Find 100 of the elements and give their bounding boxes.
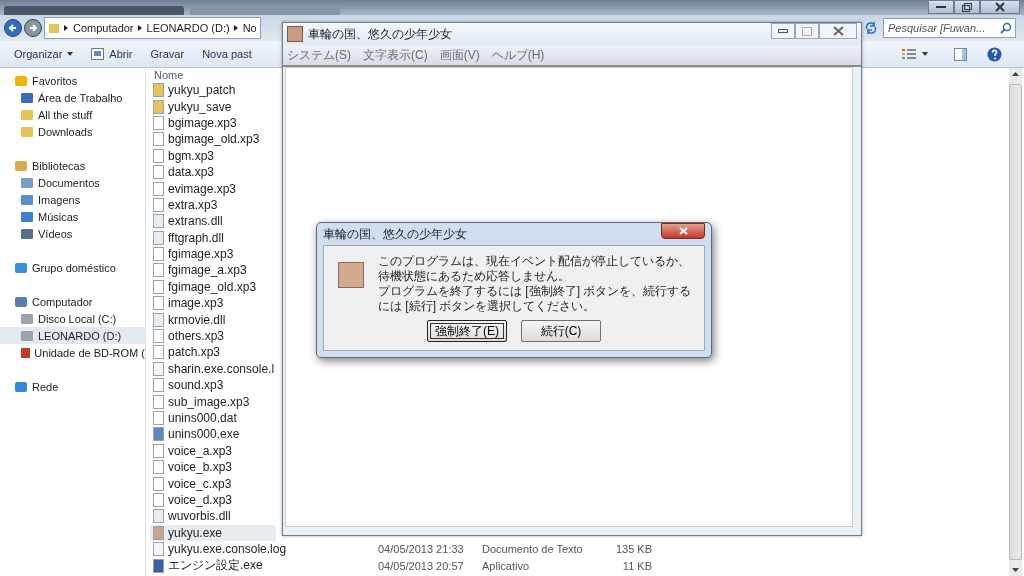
file-row[interactable]: fgimage_old.xp3 [150, 278, 276, 296]
file-row[interactable]: sub_image.xp3 [150, 393, 276, 410]
toolbar-button[interactable]: Organizar [8, 46, 80, 62]
toolbar-button[interactable]: Gravar [144, 46, 191, 62]
folder-icon [152, 99, 165, 114]
file-row[interactable]: unins000.exe [150, 426, 276, 443]
menu-item[interactable]: 画面(V) [439, 46, 480, 64]
file-row[interactable]: voice_c.xp3 [150, 475, 276, 492]
sidebar-item[interactable]: LEONARDO (D:) [0, 327, 145, 344]
file-name: エンジン設定.exe [150, 557, 378, 575]
file-row[interactable]: sharin.exe.console.l [150, 360, 276, 378]
close-button[interactable] [980, 0, 1020, 14]
refresh-icon[interactable] [864, 21, 878, 35]
minimize-icon [936, 5, 946, 9]
sidebar-item[interactable]: Documentos [0, 174, 145, 191]
file-row[interactable]: evimage.xp3 [150, 180, 276, 197]
file-row[interactable]: krmovie.dll [150, 311, 276, 328]
file-icon [152, 329, 165, 344]
down-arrow-icon [1012, 568, 1019, 572]
file-row[interactable]: yukyu.exe.console.log 04/05/2013 21:33 Documento de Texto 135 KB [150, 540, 1009, 558]
caret-icon[interactable] [922, 52, 928, 56]
file-icon [152, 460, 165, 475]
file-icon [152, 247, 165, 262]
file-size: 11 KB [621, 559, 652, 572]
file-date: 04/05/2013 21:33 [378, 543, 465, 556]
dialog-button[interactable]: 強制終了(E) [427, 320, 507, 342]
back-button[interactable] [4, 19, 22, 37]
sidebar-item[interactable]: All the stuff [0, 106, 145, 123]
file-size: 135 KB [614, 543, 652, 556]
file-icon [152, 181, 165, 196]
sidebar-item[interactable]: Disco Local (C:) [0, 310, 145, 327]
file-row[interactable]: extra.xp3 [150, 196, 276, 214]
file-icon [152, 197, 165, 212]
sidebar-group[interactable]: Grupo doméstico [0, 259, 145, 276]
file-row[interactable]: sound.xp3 [150, 377, 276, 394]
file-icon [152, 345, 165, 360]
sidebar-group[interactable]: Favoritos [0, 72, 145, 89]
dialog-message: プログラムを終了するには [強制終了] ボタンを、続行するには [続行] ボタンを選択してください。 [378, 284, 693, 314]
up-arrow-icon [1012, 72, 1019, 76]
sidebar-item[interactable]: Área de Trabalho [0, 89, 145, 106]
file-row[interactable]: wuvorbis.dll [150, 508, 276, 525]
file-row[interactable]: fgimage.xp3 [150, 245, 276, 263]
file-row[interactable]: voice_a.xp3 [150, 442, 276, 459]
file-row[interactable]: voice_b.xp3 [150, 459, 276, 476]
toolbar-button[interactable]: Abrir [85, 46, 139, 62]
file-type: Documento de Texto [482, 543, 584, 556]
file-icon [152, 214, 165, 229]
file-row[interactable]: bgm.xp3 [150, 147, 276, 164]
view-list-icon[interactable] [902, 48, 916, 60]
file-row[interactable]: extrans.dll [150, 213, 276, 230]
menu-item[interactable]: 文字表示(C) [363, 46, 428, 64]
close-button[interactable] [819, 23, 857, 39]
file-row[interactable]: fftgraph.dll [150, 229, 276, 246]
close-icon [678, 227, 688, 235]
file-icon [152, 476, 165, 491]
breadcrumb-item[interactable]: Computador [73, 22, 134, 34]
toolbar-button[interactable]: Nova past [196, 46, 258, 62]
folder-icon [48, 22, 60, 34]
close-button[interactable] [661, 223, 705, 239]
sidebar-item[interactable]: Downloads [0, 123, 145, 140]
sidebar-item[interactable]: Vídeos [0, 225, 145, 242]
file-row[interactable]: unins000.dat [150, 409, 276, 427]
file-row[interactable]: エンジン設定.exe 04/05/2013 20:57 Aplicativo 11 KB [150, 557, 1009, 574]
sidebar-group[interactable]: Bibliotecas [0, 157, 145, 174]
chevron-icon [233, 24, 239, 32]
folder-icon [20, 107, 34, 122]
file-icon [152, 165, 165, 180]
file-row[interactable]: image.xp3 [150, 295, 276, 312]
file-row[interactable]: patch.xp3 [150, 344, 276, 361]
file-row[interactable]: fgimage_a.xp3 [150, 262, 276, 279]
file-row[interactable]: bgimage_old.xp3 [150, 131, 276, 148]
dialog-button[interactable]: 続行(C) [521, 320, 601, 342]
sidebar-group[interactable]: Computador [0, 293, 145, 310]
file-row[interactable]: data.xp3 [150, 163, 276, 181]
breadcrumb-item[interactable]: No [242, 22, 257, 34]
minimize-button[interactable] [771, 23, 795, 39]
file-icon [152, 115, 165, 130]
file-row[interactable]: bgimage.xp3 [150, 114, 276, 132]
file-icon [152, 296, 165, 311]
sidebar-item[interactable]: Unidade de BD-ROM ( [0, 344, 145, 361]
menu-item[interactable]: システム(S) [287, 46, 351, 64]
sidebar-item[interactable]: Imagens [0, 191, 145, 208]
preview-pane-icon[interactable] [954, 47, 967, 61]
breadcrumb-item[interactable]: LEONARDO (D:) [146, 22, 230, 34]
file-row[interactable]: yukyu_save [150, 98, 276, 115]
caret-icon [67, 52, 74, 56]
restore-button[interactable] [954, 0, 980, 14]
help-icon[interactable] [987, 46, 1002, 62]
file-row[interactable]: yukyu_patch [150, 82, 276, 99]
file-row[interactable]: voice_d.xp3 [150, 491, 276, 509]
file-row[interactable]: yukyu.exe [150, 524, 276, 541]
address-bar[interactable]: Computador LEONARDO (D:) No [44, 17, 261, 39]
sidebar-group[interactable]: Rede [0, 378, 145, 395]
forward-button[interactable] [24, 19, 42, 37]
menu-item[interactable]: ヘルプ(H) [491, 46, 545, 64]
minimize-icon [778, 29, 788, 33]
minimize-button[interactable] [928, 0, 954, 14]
file-row[interactable]: others.xp3 [150, 327, 276, 345]
sidebar-item[interactable]: Músicas [0, 208, 145, 225]
column-header[interactable]: Nome [154, 69, 184, 81]
